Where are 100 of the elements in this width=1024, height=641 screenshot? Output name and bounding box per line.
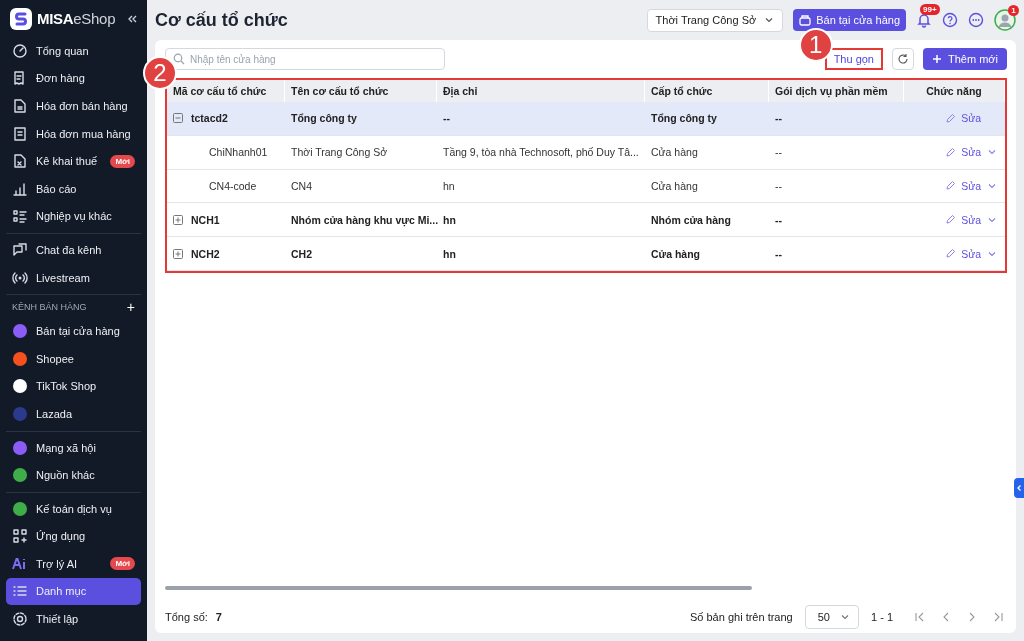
total-count: 7 [215,611,222,623]
column-header: Gói dịch vụ phần mềm [769,80,904,102]
sidebar-item[interactable]: Kê khai thuế Mới [6,147,141,175]
search-field[interactable]: Nhập tên cửa hàng [165,48,445,70]
table-cell: -- [769,135,904,170]
sidebar-item[interactable]: Nghiệp vụ khác [6,202,141,231]
section-label: KÊNH BÁN HÀNG [12,302,87,313]
scrollbar-thumb[interactable] [165,586,752,590]
table-cell: -- [769,169,904,204]
chevron-down-icon [764,15,775,25]
chevron-left-icon [1015,484,1023,492]
table-cell: -- [769,102,904,136]
page-range: 1 - 1 [871,611,893,623]
chat-icon [12,241,28,258]
gear-icon [12,611,28,628]
add-new-button[interactable]: Thêm mới [923,48,1007,70]
row-code: NCH2 [191,247,220,260]
collapse-icon[interactable] [127,13,137,24]
column-header: Mã cơ cấu tổ chức [167,80,285,102]
sidebar-item[interactable]: Lazada [6,400,141,428]
document-icon [12,98,28,114]
row-code: CN4-code [209,180,257,192]
sidebar-item[interactable]: Chat đa kênh [6,236,141,264]
new-badge: Mới [110,154,135,168]
page-title: Cơ cấu tổ chức [155,9,289,31]
edit-button[interactable]: Sửa [945,213,981,226]
refresh-icon [897,53,909,65]
column-header: Tên cơ cấu tổ chức [285,80,437,102]
gauge-icon [12,42,28,59]
sidebar-item[interactable]: Hóa đơn bán hàng [6,92,141,120]
refresh-button[interactable] [892,48,914,70]
sidebar-item[interactable]: Kế toán dịch vụ [6,494,141,523]
sidebar-item[interactable]: Trợ lý AI Mới [6,550,141,578]
sidebar-item[interactable]: Đơn hàng [6,64,141,93]
table-cell: hn [437,169,645,204]
table-cell: Tầng 9, tòa nhà Technosoft, phố Duy Tâ... [437,135,645,170]
table-cell: Nhóm cửa hàng [645,203,769,238]
table-cell: -- [769,237,904,271]
sidebar-item[interactable]: Thiết lập [6,605,141,633]
page-size-label: Số bản ghi trên trang [690,611,793,623]
notification-count: 99+ [920,4,940,15]
apps-icon [12,528,28,545]
sidebar-item[interactable]: Ứng dụng [6,522,141,551]
store-icon [799,14,812,26]
table-cell: hn [437,237,645,271]
pencil-icon [945,112,957,124]
document-icon [12,153,28,170]
document-icon [12,125,28,142]
help-icon[interactable] [942,12,958,28]
pencil-icon [945,180,957,192]
chevron-down-icon[interactable] [987,181,997,191]
column-header: Chức năng [904,80,1005,102]
list-icon [12,208,28,225]
row-code: ChiNhanh01 [209,146,268,159]
sidebar-item[interactable]: Bán tại cửa hàng [6,317,141,345]
side-panel-tab[interactable] [1014,478,1024,498]
sidebar-item[interactable]: Báo cáo [6,174,141,203]
pencil-icon [945,214,957,226]
search-icon [173,53,185,65]
sidebar-item[interactable]: Hóa đơn mua hàng [6,119,141,148]
table-cell: hn [437,203,645,238]
sidebar-item[interactable]: Shopee [6,344,141,373]
row-code: NCH1 [191,213,220,226]
more-icon[interactable] [968,12,984,28]
edit-button[interactable]: Sửa [945,180,981,192]
column-header: Cấp tổ chức [645,80,769,102]
avatar-icon[interactable] [994,9,1016,31]
table-cell: Tổng công ty [285,102,437,136]
table-cell: Cửa hàng [645,169,769,204]
sidebar-item[interactable]: Livestream [6,263,141,292]
pos-button[interactable]: Bán tại cửa hàng [793,9,906,31]
collapse-button[interactable]: Thu gọn [824,48,883,70]
sidebar-item[interactable]: Danh mục [6,577,141,606]
sidebar-item[interactable]: Mạng xã hội [6,433,141,462]
row-code: tctacd2 [191,112,228,125]
pencil-icon [945,146,957,158]
bar-chart-icon [12,180,28,197]
collapse-row-icon[interactable] [173,113,183,124]
sidebar-item[interactable]: Nguồn khác [6,461,141,489]
store-dropdown[interactable]: Thời Trang Công Sở [646,8,784,32]
total-label: Tổng số: [165,611,208,623]
plus-icon [932,54,942,64]
expand-row-icon[interactable] [173,214,183,225]
edit-button[interactable]: Sửa [945,247,981,260]
callout-number: 1 [798,28,833,62]
table-cell: CN4 [285,169,437,204]
page-size-dropdown[interactable]: 50 [804,605,859,629]
last-page-icon[interactable] [992,611,1004,623]
column-header: Địa chỉ [437,80,645,102]
first-page-icon[interactable] [914,611,926,623]
add-channel-button[interactable]: + [126,300,135,315]
sidebar-item[interactable]: TikTok Shop [6,372,141,401]
expand-row-icon[interactable] [173,248,183,259]
edit-button[interactable]: Sửa [945,112,981,125]
table-cell: -- [437,102,645,136]
edit-button[interactable]: Sửa [945,146,981,159]
sidebar-item[interactable]: Tổng quan [6,37,141,65]
table-cell: Cửa hàng [645,135,769,170]
table-cell: -- [769,203,904,238]
bell-icon[interactable] [916,12,932,28]
